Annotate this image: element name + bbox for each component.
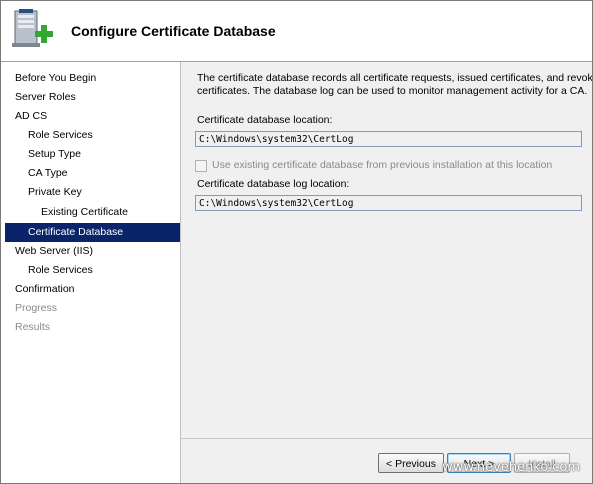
previous-button[interactable]: < Previous bbox=[378, 453, 444, 473]
nav-item-private-key[interactable]: Private Key bbox=[28, 183, 82, 202]
nav-item-web-server-iis[interactable]: Web Server (IIS) bbox=[15, 242, 93, 261]
nav-item-ca-type[interactable]: CA Type bbox=[28, 164, 68, 183]
use-existing-db-label: Use existing certificate database from p… bbox=[212, 159, 553, 171]
log-location-label: Certificate database log location: bbox=[197, 178, 350, 190]
db-location-label: Certificate database location: bbox=[197, 114, 333, 126]
nav-item-results: Results bbox=[15, 321, 51, 333]
wizard-content: The certificate database records all cer… bbox=[181, 62, 592, 439]
description-line: The certificate database records all cer… bbox=[197, 72, 592, 84]
nav-item-role-services[interactable]: Role Services bbox=[28, 126, 93, 145]
nav-item-certificate-database[interactable]: Certificate Database bbox=[5, 223, 180, 242]
wizard-navigation: Before You Begin Server Roles AD CS Role… bbox=[1, 62, 181, 483]
nav-item-before-you-begin[interactable]: Before You Begin bbox=[15, 69, 96, 88]
nav-item-ad-cs[interactable]: AD CS bbox=[15, 107, 47, 126]
use-existing-db-checkbox bbox=[195, 160, 207, 172]
nav-item-confirmation[interactable]: Confirmation bbox=[15, 280, 75, 299]
wizard-window: Configure Certificate Database Before Yo… bbox=[0, 0, 593, 484]
nav-item-progress: Progress bbox=[15, 302, 58, 314]
nav-item-existing-certificate[interactable]: Existing Certificate bbox=[41, 203, 128, 222]
description-line: certificates. The database log can be us… bbox=[197, 85, 588, 97]
watermark-text: www.nevehenko.com bbox=[442, 460, 580, 475]
page-description: The certificate database records all cer… bbox=[197, 72, 592, 98]
nav-item-server-roles[interactable]: Server Roles bbox=[15, 88, 76, 107]
db-location-input[interactable]: C:\Windows\system32\CertLog bbox=[195, 131, 582, 147]
server-add-icon bbox=[12, 9, 53, 47]
wizard-header: Configure Certificate Database bbox=[1, 1, 592, 62]
page-title: Configure Certificate Database bbox=[71, 23, 276, 39]
log-location-input[interactable]: C:\Windows\system32\CertLog bbox=[195, 195, 582, 211]
nav-item-setup-type[interactable]: Setup Type bbox=[28, 145, 81, 164]
nav-item-iis-role-services[interactable]: Role Services bbox=[28, 261, 93, 280]
